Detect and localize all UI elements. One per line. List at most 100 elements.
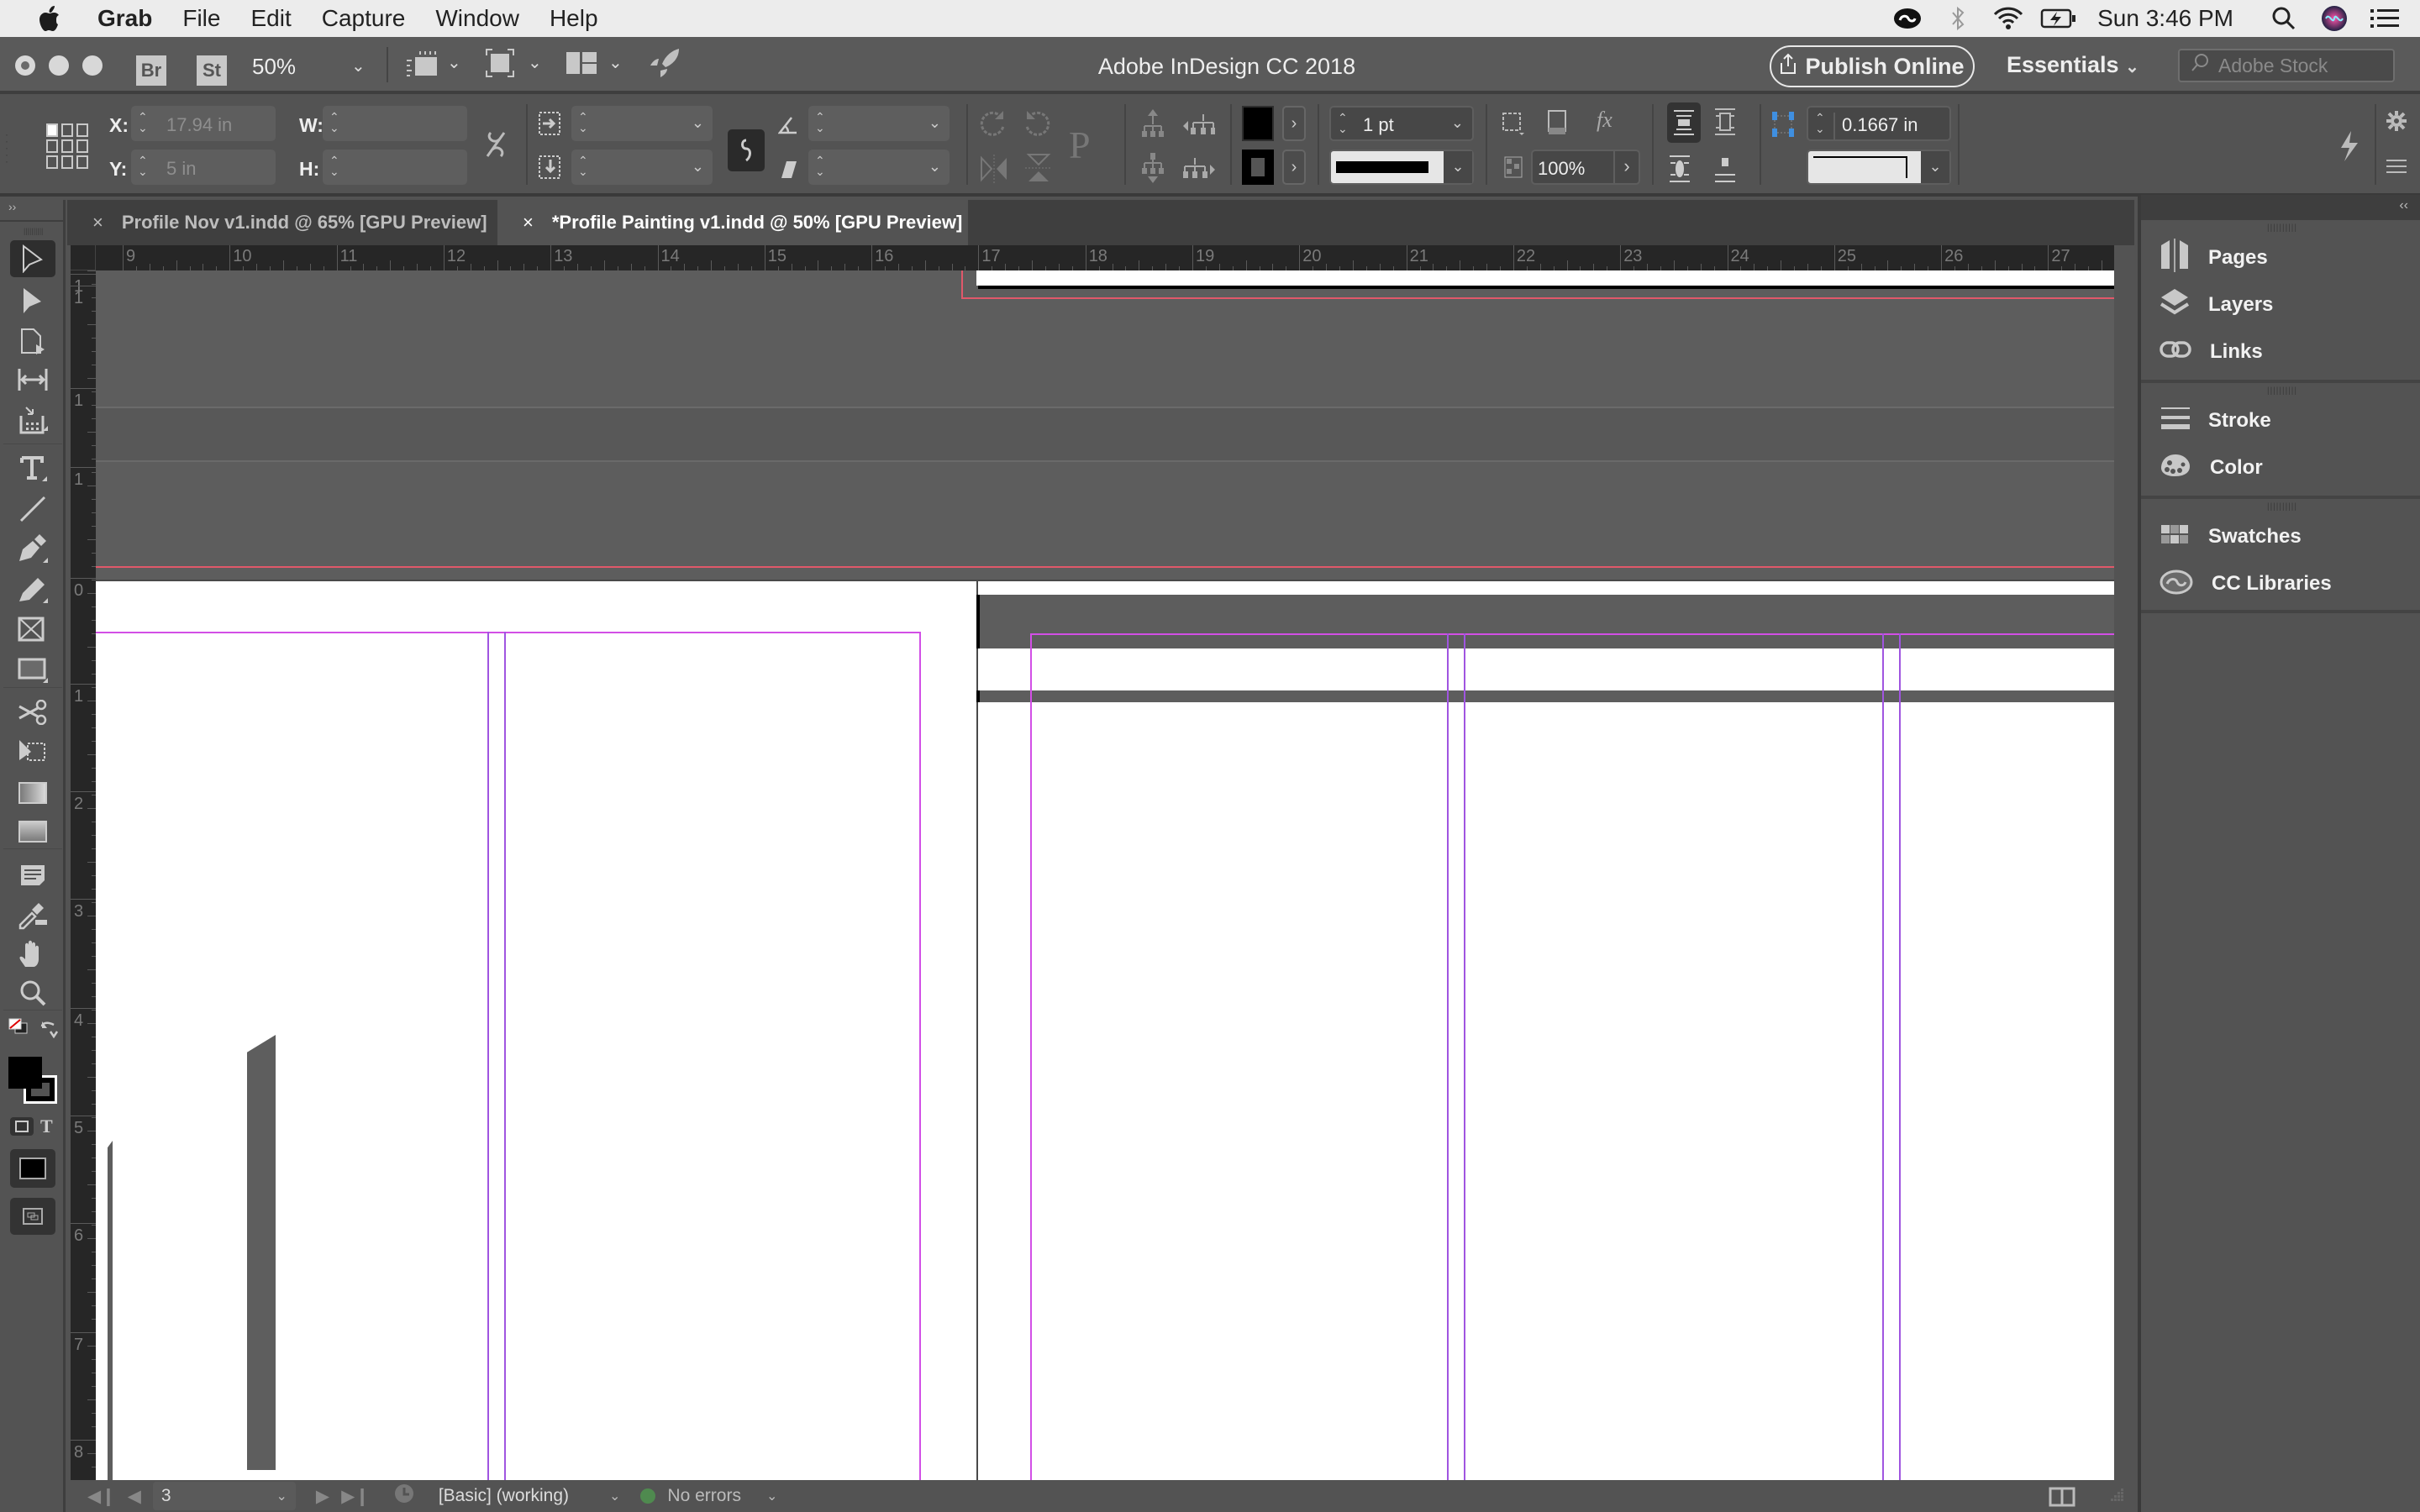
- chevron-down-icon[interactable]: ⌄: [1921, 151, 1949, 183]
- screen-mode-normal-button[interactable]: [10, 1198, 55, 1235]
- gray-bar-shape[interactable]: [247, 1035, 276, 1470]
- menu-app-name[interactable]: Grab: [82, 5, 167, 32]
- rectangle-tool[interactable]: [10, 652, 55, 689]
- quick-apply-lightning-icon[interactable]: [2339, 131, 2358, 165]
- panel-grip[interactable]: ||||||||||: [2141, 502, 2420, 512]
- pen-tool[interactable]: [10, 531, 55, 568]
- shear-angle-field[interactable]: ⌃ ⌄ ⌄: [808, 150, 950, 185]
- gap-tool[interactable]: [10, 361, 55, 398]
- vertical-scrollbar[interactable]: [2114, 245, 2134, 1480]
- wifi-icon[interactable]: [1983, 0, 2033, 37]
- publish-online-button[interactable]: Publish Online: [1770, 45, 1975, 87]
- path-type-icon[interactable]: P: [1069, 123, 1091, 167]
- formatting-affects-container-button[interactable]: [10, 1117, 34, 1136]
- menu-file[interactable]: File: [167, 5, 235, 32]
- select-next-object-icon[interactable]: [1183, 156, 1215, 186]
- effects-fx-icon[interactable]: fx: [1597, 108, 1612, 133]
- clock[interactable]: Sun 3:46 PM: [2084, 5, 2259, 32]
- scale-y-icon[interactable]: [538, 155, 563, 184]
- header-bar-shape[interactable]: [976, 595, 2114, 648]
- reference-point-icon[interactable]: [45, 123, 89, 174]
- chevron-down-icon[interactable]: ⌄: [276, 1488, 287, 1504]
- menu-capture[interactable]: Capture: [307, 5, 421, 32]
- height-field[interactable]: ⌃ ⌄: [323, 150, 467, 185]
- panel-menu-icon[interactable]: [2386, 160, 2407, 179]
- preflight-profile[interactable]: [Basic] (working): [439, 1486, 569, 1506]
- ruler-origin[interactable]: [71, 245, 96, 270]
- select-container-icon[interactable]: [1141, 109, 1165, 142]
- constrain-proportions-icon[interactable]: [484, 129, 508, 164]
- align-bottom-text-frame-button[interactable]: [1669, 155, 1691, 187]
- stroke-weight-field[interactable]: ⌃ ⌄ 1 pt ⌄: [1329, 106, 1474, 141]
- divider-bar-shape[interactable]: [976, 690, 2114, 702]
- gutter-stepper[interactable]: ⌃ ⌄: [1815, 112, 1835, 141]
- corner-options-icon[interactable]: [1501, 111, 1526, 140]
- fill-color-swatch[interactable]: [8, 1057, 42, 1089]
- preflight-status[interactable]: No errors: [667, 1486, 741, 1506]
- panel-grip[interactable]: · · · · ·: [5, 129, 8, 166]
- close-tab-icon[interactable]: ×: [92, 212, 103, 234]
- x-position-field[interactable]: ⌃ ⌄ 17.94 in: [131, 106, 276, 141]
- siri-icon[interactable]: [2309, 0, 2360, 37]
- drop-shadow-icon[interactable]: [1546, 109, 1568, 140]
- page-tool[interactable]: [10, 323, 55, 360]
- selection-tool[interactable]: [10, 240, 55, 277]
- stroke-swatch-menu-button[interactable]: ›: [1282, 150, 1306, 185]
- line-tool[interactable]: [10, 491, 55, 528]
- select-previous-object-icon[interactable]: [1183, 113, 1215, 142]
- rotate-clockwise-icon[interactable]: [978, 109, 1007, 142]
- last-page-button[interactable]: ▶❙: [341, 1486, 370, 1507]
- constrain-scale-link-button[interactable]: [728, 129, 765, 171]
- default-fill-stroke-icon[interactable]: [8, 1018, 29, 1039]
- eyedropper-tool[interactable]: [10, 897, 55, 934]
- panel-grip[interactable]: ||||||||||: [2141, 386, 2420, 396]
- stroke-swatch[interactable]: [1242, 150, 1274, 185]
- scale-y-field[interactable]: ⌃ ⌄ ⌄: [571, 150, 713, 185]
- flip-vertical-icon[interactable]: [1025, 153, 1052, 187]
- chevron-down-icon[interactable]: ⌄: [929, 158, 941, 176]
- panel-color[interactable]: Color: [2160, 447, 2263, 489]
- collapse-panels-icon[interactable]: ‹‹: [2399, 198, 2408, 213]
- rectangle-frame-tool[interactable]: [10, 612, 55, 648]
- select-content-icon[interactable]: [1141, 153, 1165, 187]
- panel-links[interactable]: Links: [2160, 331, 2263, 373]
- width-field[interactable]: ⌃ ⌄: [323, 106, 467, 141]
- scale-x-icon[interactable]: [538, 111, 563, 140]
- y-position-field[interactable]: ⌃ ⌄ 5 in: [131, 150, 276, 185]
- previous-page-button[interactable]: ◀: [128, 1486, 141, 1507]
- align-top-text-frame-button[interactable]: [1667, 102, 1701, 143]
- first-page-button[interactable]: ◀❙: [87, 1486, 116, 1507]
- resize-grip-icon[interactable]: [2107, 1487, 2124, 1509]
- chevron-down-icon[interactable]: ⌄: [766, 1488, 777, 1504]
- spotlight-search-icon[interactable]: [2259, 0, 2309, 37]
- gear-icon[interactable]: [2386, 111, 2407, 135]
- chevron-down-icon[interactable]: ⌄: [929, 114, 941, 132]
- creative-cloud-icon[interactable]: [1882, 0, 1933, 37]
- chevron-down-icon[interactable]: ⌄: [1444, 151, 1472, 183]
- close-tab-icon[interactable]: ×: [523, 212, 534, 234]
- split-view-icon[interactable]: [2049, 1487, 2075, 1512]
- opacity-menu-button[interactable]: ›: [1613, 151, 1639, 183]
- direct-selection-tool[interactable]: [10, 282, 55, 319]
- content-collector-tool[interactable]: [10, 402, 55, 438]
- open-page-icon[interactable]: [393, 1483, 418, 1509]
- notification-center-icon[interactable]: [2360, 0, 2410, 37]
- gradient-swatch-tool[interactable]: [10, 774, 55, 811]
- apple-menu-icon[interactable]: [32, 2, 66, 35]
- panel-grip[interactable]: ||||||||||: [24, 227, 43, 235]
- stroke-style-dropdown[interactable]: ⌄: [1807, 150, 1951, 185]
- x-stepper[interactable]: ⌃ ⌄: [138, 111, 148, 134]
- gradient-feather-tool[interactable]: [10, 813, 55, 850]
- column-gutter-field[interactable]: ⌃ ⌄ 0.1667 in: [1807, 106, 1951, 141]
- horizontal-ruler[interactable]: 9 10 11 12 13 14 15 16 17 18 19 20 21 22 23 24 25 26 27: [71, 245, 2114, 270]
- h-stepper[interactable]: ⌃ ⌄: [329, 155, 339, 177]
- panel-grip[interactable]: ||||||||||: [2141, 223, 2420, 233]
- scale-x-field[interactable]: ⌃ ⌄ ⌄: [571, 106, 713, 141]
- rotation-angle-field[interactable]: ⌃ ⌄ ⌄: [808, 106, 950, 141]
- gray-bar-shape[interactable]: [108, 1141, 113, 1480]
- tab-profile-nov[interactable]: × Profile Nov v1.indd @ 65% [GPU Preview…: [67, 200, 496, 245]
- y-stepper[interactable]: ⌃ ⌄: [138, 155, 148, 177]
- w-stepper[interactable]: ⌃ ⌄: [329, 111, 339, 134]
- chevron-down-icon[interactable]: ⌄: [1451, 114, 1464, 132]
- opacity-field[interactable]: 100% ›: [1531, 150, 1640, 185]
